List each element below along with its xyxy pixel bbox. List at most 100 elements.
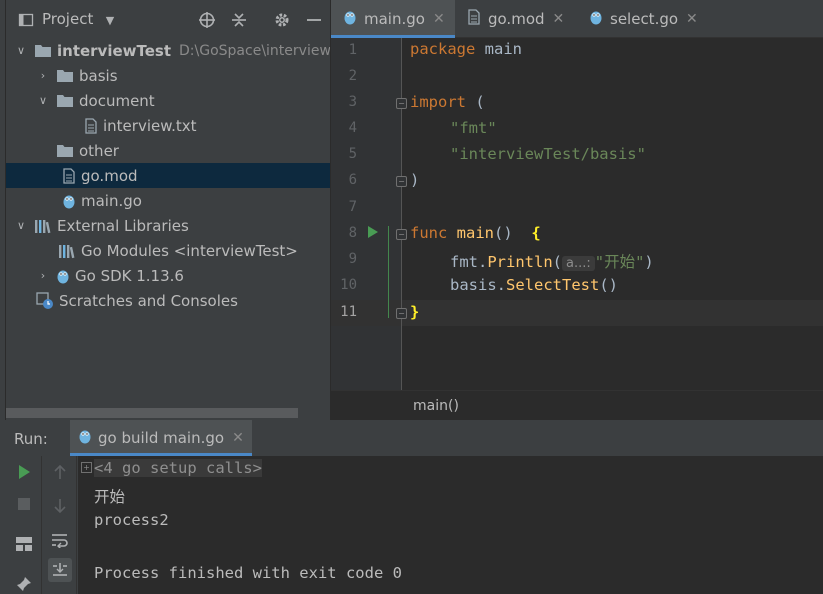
run-gutter-icon[interactable] bbox=[368, 226, 378, 238]
tab-main-go[interactable]: main.go ✕ bbox=[331, 0, 455, 38]
project-view-icon[interactable] bbox=[16, 10, 36, 30]
code-text: fmt. bbox=[450, 253, 488, 271]
code-line-1: package main bbox=[410, 40, 522, 58]
fold-icon[interactable]: − bbox=[396, 308, 407, 319]
close-icon[interactable]: ✕ bbox=[686, 11, 698, 27]
chevron-right-icon[interactable]: › bbox=[36, 69, 50, 82]
tree-item-label: main.go bbox=[81, 191, 142, 210]
console-toolbar bbox=[43, 456, 77, 594]
soft-wrap-icon[interactable] bbox=[48, 528, 72, 552]
line-number: 2 bbox=[348, 68, 357, 84]
tree-item-main-go[interactable]: main.go bbox=[62, 188, 142, 213]
code-text: ( bbox=[466, 93, 485, 111]
folded-setup-calls[interactable]: <4 go setup calls> bbox=[94, 459, 262, 477]
gear-icon[interactable] bbox=[272, 10, 292, 30]
gutter-separator bbox=[401, 38, 402, 390]
console-line: Process finished with exit code 0 bbox=[94, 564, 402, 582]
chevron-down-icon[interactable]: ∨ bbox=[36, 94, 50, 107]
layout-icon[interactable] bbox=[12, 532, 36, 556]
tree-item-go-modules[interactable]: Go Modules <interviewTest> bbox=[58, 238, 298, 263]
tree-item-label: Go SDK 1.13.6 bbox=[75, 266, 184, 285]
line-number: 7 bbox=[348, 199, 357, 215]
folder-icon bbox=[34, 44, 52, 58]
chevron-right-icon[interactable]: › bbox=[36, 269, 50, 282]
method-separator-line bbox=[388, 226, 389, 318]
chevron-down-icon[interactable]: ∨ bbox=[14, 219, 28, 232]
code-line-4: "fmt" bbox=[450, 119, 497, 137]
code-text: () bbox=[494, 224, 532, 242]
string-literal: "开始" bbox=[594, 253, 645, 271]
stop-icon[interactable] bbox=[12, 492, 36, 516]
line-number: 8 bbox=[348, 225, 357, 241]
breadcrumb[interactable]: main() bbox=[413, 398, 459, 414]
close-icon[interactable]: ✕ bbox=[433, 11, 445, 27]
code-text: () bbox=[599, 276, 618, 294]
line-number: 1 bbox=[348, 42, 357, 58]
line-number: 4 bbox=[348, 120, 357, 136]
run-config-tab[interactable]: go build main.go ✕ bbox=[70, 420, 252, 456]
fold-icon[interactable]: − bbox=[396, 98, 407, 109]
code-line-8: func main() { bbox=[410, 224, 541, 242]
tree-item-label: Scratches and Consoles bbox=[59, 291, 238, 310]
folder-icon bbox=[56, 69, 74, 83]
tree-item-document[interactable]: ∨ document bbox=[36, 88, 155, 113]
run-panel-header: Run: go build main.go ✕ bbox=[0, 420, 823, 456]
fold-icon[interactable]: − bbox=[396, 176, 407, 187]
tree-item-label: document bbox=[79, 91, 155, 110]
tree-item-label: other bbox=[79, 141, 119, 160]
horizontal-scrollbar[interactable] bbox=[6, 408, 298, 418]
tree-item-label: basis bbox=[79, 66, 118, 85]
tree-item-other[interactable]: other bbox=[56, 138, 119, 163]
close-icon[interactable]: ✕ bbox=[553, 11, 565, 27]
tree-item-go-mod[interactable]: go.mod bbox=[62, 163, 138, 188]
tree-item-project-root[interactable]: ∨ interviewTest D:\GoSpace\interviewT bbox=[14, 38, 330, 63]
pin-icon[interactable] bbox=[12, 572, 36, 594]
gopher-icon bbox=[56, 268, 70, 284]
project-path: D:\GoSpace\interviewT bbox=[179, 42, 330, 59]
tree-item-external-libraries[interactable]: ∨ External Libraries bbox=[14, 213, 189, 238]
expand-icon[interactable]: + bbox=[81, 462, 92, 473]
code-editor[interactable] bbox=[402, 38, 823, 390]
rerun-icon[interactable] bbox=[12, 460, 36, 484]
string-literal: "interviewTest/basis" bbox=[450, 145, 646, 163]
tab-go-mod[interactable]: go.mod ✕ bbox=[455, 0, 577, 38]
gopher-icon bbox=[62, 193, 76, 209]
parameter-hint: a...: bbox=[562, 256, 595, 271]
tree-item-interview-txt[interactable]: interview.txt bbox=[84, 113, 197, 138]
fold-icon[interactable]: − bbox=[396, 229, 407, 240]
keyword: package bbox=[410, 40, 476, 58]
tree-item-go-sdk[interactable]: › Go SDK 1.13.6 bbox=[36, 263, 184, 288]
tree-item-basis[interactable]: › basis bbox=[36, 63, 118, 88]
tree-item-label: Go Modules <interviewTest> bbox=[81, 241, 298, 260]
keyword: func bbox=[410, 224, 448, 242]
text-file-icon bbox=[84, 117, 98, 134]
code-text: basis. bbox=[450, 276, 506, 294]
line-number: 5 bbox=[348, 146, 357, 162]
tree-item-scratches[interactable]: Scratches and Consoles bbox=[36, 288, 238, 313]
collapse-all-icon[interactable] bbox=[229, 10, 249, 30]
scroll-to-end-icon[interactable] bbox=[48, 558, 72, 582]
tree-item-label: interview.txt bbox=[103, 116, 197, 135]
chevron-down-icon[interactable]: ▼ bbox=[100, 10, 120, 30]
code-line-11: } bbox=[410, 303, 419, 321]
chevron-down-icon[interactable]: ∨ bbox=[14, 44, 28, 57]
function-name: SelectTest bbox=[506, 276, 600, 294]
tree-item-label: External Libraries bbox=[57, 216, 189, 235]
tab-label: go.mod bbox=[488, 10, 545, 28]
arrow-down-icon[interactable] bbox=[48, 494, 72, 518]
tree-selection-highlight bbox=[6, 163, 330, 188]
locate-target-icon[interactable] bbox=[197, 10, 217, 30]
project-panel: Project ▼ ∨ interviewTest D:\GoSpace\int… bbox=[6, 0, 330, 420]
close-icon[interactable]: ✕ bbox=[232, 430, 244, 446]
code-line-5: "interviewTest/basis" bbox=[450, 145, 646, 163]
minimize-icon[interactable] bbox=[304, 10, 324, 30]
console-line: 开始 bbox=[94, 488, 126, 506]
tab-select-go[interactable]: select.go ✕ bbox=[577, 0, 707, 38]
arrow-up-icon[interactable] bbox=[48, 460, 72, 484]
code-text: ) bbox=[644, 253, 654, 271]
project-panel-title[interactable]: Project bbox=[42, 10, 93, 28]
code-line-10: basis.SelectTest() bbox=[450, 276, 618, 294]
string-literal: "fmt" bbox=[450, 119, 497, 137]
line-number: 10 bbox=[340, 277, 357, 293]
gopher-icon bbox=[343, 9, 357, 29]
